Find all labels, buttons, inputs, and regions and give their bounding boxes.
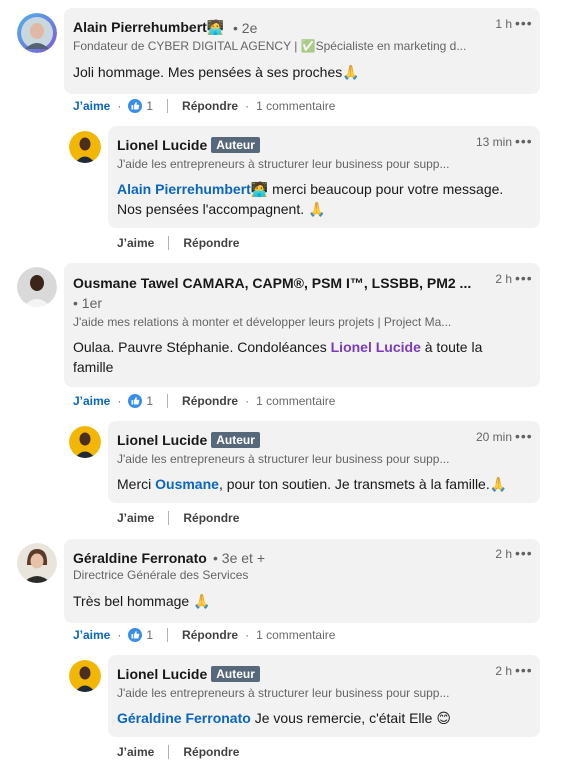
comment-author[interactable]: Géraldine Ferronato	[73, 550, 207, 566]
more-options-icon[interactable]: •••	[515, 270, 533, 286]
reply-button[interactable]: Répondre	[182, 628, 238, 642]
mention-link[interactable]: Lionel Lucide	[331, 339, 421, 355]
avatar[interactable]	[69, 660, 101, 692]
pray-emoji: 🙏	[489, 476, 508, 492]
comment-text: Géraldine Ferronato Je vous remercie, c'…	[117, 710, 451, 726]
comment-actions: J’aime · 1 Répondre · 1 commentaire	[73, 99, 336, 113]
comment-author[interactable]: Lionel Lucide Auteur	[117, 137, 260, 153]
author-headline: J'aide les entrepreneurs à structurer le…	[117, 157, 450, 171]
connection-degree: • 2e	[233, 20, 258, 36]
reply-count[interactable]: 1 commentaire	[256, 99, 335, 113]
comment-actions: J’aime · 1 Répondre · 1 commentaire	[73, 628, 336, 642]
like-button[interactable]: J’aime	[117, 511, 154, 525]
like-button[interactable]: J’aime	[73, 99, 110, 113]
comment-time: 2 h	[495, 272, 512, 286]
more-options-icon[interactable]: •••	[515, 662, 533, 678]
like-button[interactable]: J’aime	[117, 745, 154, 759]
comment-text: Merci Ousmane, pour ton soutien. Je tran…	[117, 476, 508, 492]
author-badge: Auteur	[211, 432, 260, 448]
author-headline: Fondateur de CYBER DIGITAL AGENCY | ✅Spé…	[73, 39, 467, 53]
mention-link[interactable]: Alain Pierrehumbert🧑‍💻	[117, 181, 268, 197]
more-options-icon[interactable]: •••	[515, 15, 533, 31]
pray-emoji: 🙏	[308, 201, 326, 217]
author-headline: Directrice Générale des Services	[73, 568, 249, 582]
comment-time: 20 min	[475, 430, 512, 444]
reply-button[interactable]: Répondre	[182, 394, 238, 408]
comment-actions: J’aime Répondre	[117, 235, 239, 251]
comment-time: 2 h	[495, 547, 512, 561]
connection-degree: • 3e et +	[213, 550, 265, 566]
like-reaction-icon[interactable]	[128, 394, 143, 408]
author-badge: Auteur	[211, 666, 260, 682]
comment-actions: J’aime Répondre	[117, 510, 239, 526]
like-count[interactable]: 1	[146, 394, 153, 408]
like-count[interactable]: 1	[146, 99, 153, 113]
author-headline: J'aide les entrepreneurs à structurer le…	[117, 686, 450, 700]
author-headline: J'aide mes relations à monter et dévelop…	[73, 315, 452, 329]
comment-time: 1 h	[495, 17, 512, 31]
reply-count[interactable]: 1 commentaire	[256, 394, 335, 408]
avatar[interactable]	[69, 131, 101, 163]
comment-actions: J’aime · 1 Répondre · 1 commentaire	[73, 394, 336, 408]
comment-author[interactable]: Ousmane Tawel CAMARA, CAPM®, PSM I™, LSS…	[73, 275, 471, 291]
comment-author[interactable]: Lionel Lucide Auteur	[117, 666, 260, 682]
like-button[interactable]: J’aime	[73, 628, 110, 642]
comment-time: 13 min	[475, 135, 512, 149]
author-headline: J'aide les entrepreneurs à structurer le…	[117, 452, 450, 466]
comment-author[interactable]: Alain Pierrehumbert🧑‍💻	[73, 19, 224, 36]
like-button[interactable]: J’aime	[117, 236, 154, 250]
reply-button[interactable]: Répondre	[182, 99, 238, 113]
like-button[interactable]: J’aime	[73, 394, 110, 408]
avatar[interactable]	[17, 267, 57, 307]
avatar[interactable]	[17, 543, 57, 583]
comment-text: Joli hommage. Mes pensées à ses proches🙏	[73, 64, 360, 80]
comment-text: Alain Pierrehumbert🧑‍💻 merci beaucoup po…	[117, 181, 504, 217]
author-badge: Auteur	[211, 137, 260, 153]
like-count[interactable]: 1	[146, 628, 153, 642]
comment-text: Très bel hommage 🙏	[73, 593, 211, 609]
more-options-icon[interactable]: •••	[515, 428, 533, 444]
comment-time: 2 h	[495, 664, 512, 678]
reply-button[interactable]: Répondre	[183, 745, 239, 759]
reply-count[interactable]: 1 commentaire	[256, 628, 335, 642]
like-reaction-icon[interactable]	[128, 628, 143, 642]
avatar[interactable]	[69, 426, 101, 458]
like-reaction-icon[interactable]	[128, 99, 143, 113]
more-options-icon[interactable]: •••	[515, 545, 533, 561]
mention-link[interactable]: Ousmane	[155, 476, 219, 492]
avatar[interactable]	[17, 13, 57, 53]
connection-degree: • 1er	[73, 295, 103, 311]
more-options-icon[interactable]: •••	[515, 133, 533, 149]
smile-emoji: 😊	[436, 710, 451, 726]
comment-text: Oulaa. Pauvre Stéphanie. Condoléances Li…	[73, 339, 483, 375]
reply-button[interactable]: Répondre	[183, 236, 239, 250]
mention-link[interactable]: Géraldine Ferronato	[117, 710, 251, 726]
reply-button[interactable]: Répondre	[183, 511, 239, 525]
comment-author[interactable]: Lionel Lucide Auteur	[117, 432, 260, 448]
comment-actions: J’aime Répondre	[117, 744, 239, 760]
pray-emoji: 🙏	[193, 593, 211, 609]
pray-emoji: 🙏	[342, 64, 360, 80]
